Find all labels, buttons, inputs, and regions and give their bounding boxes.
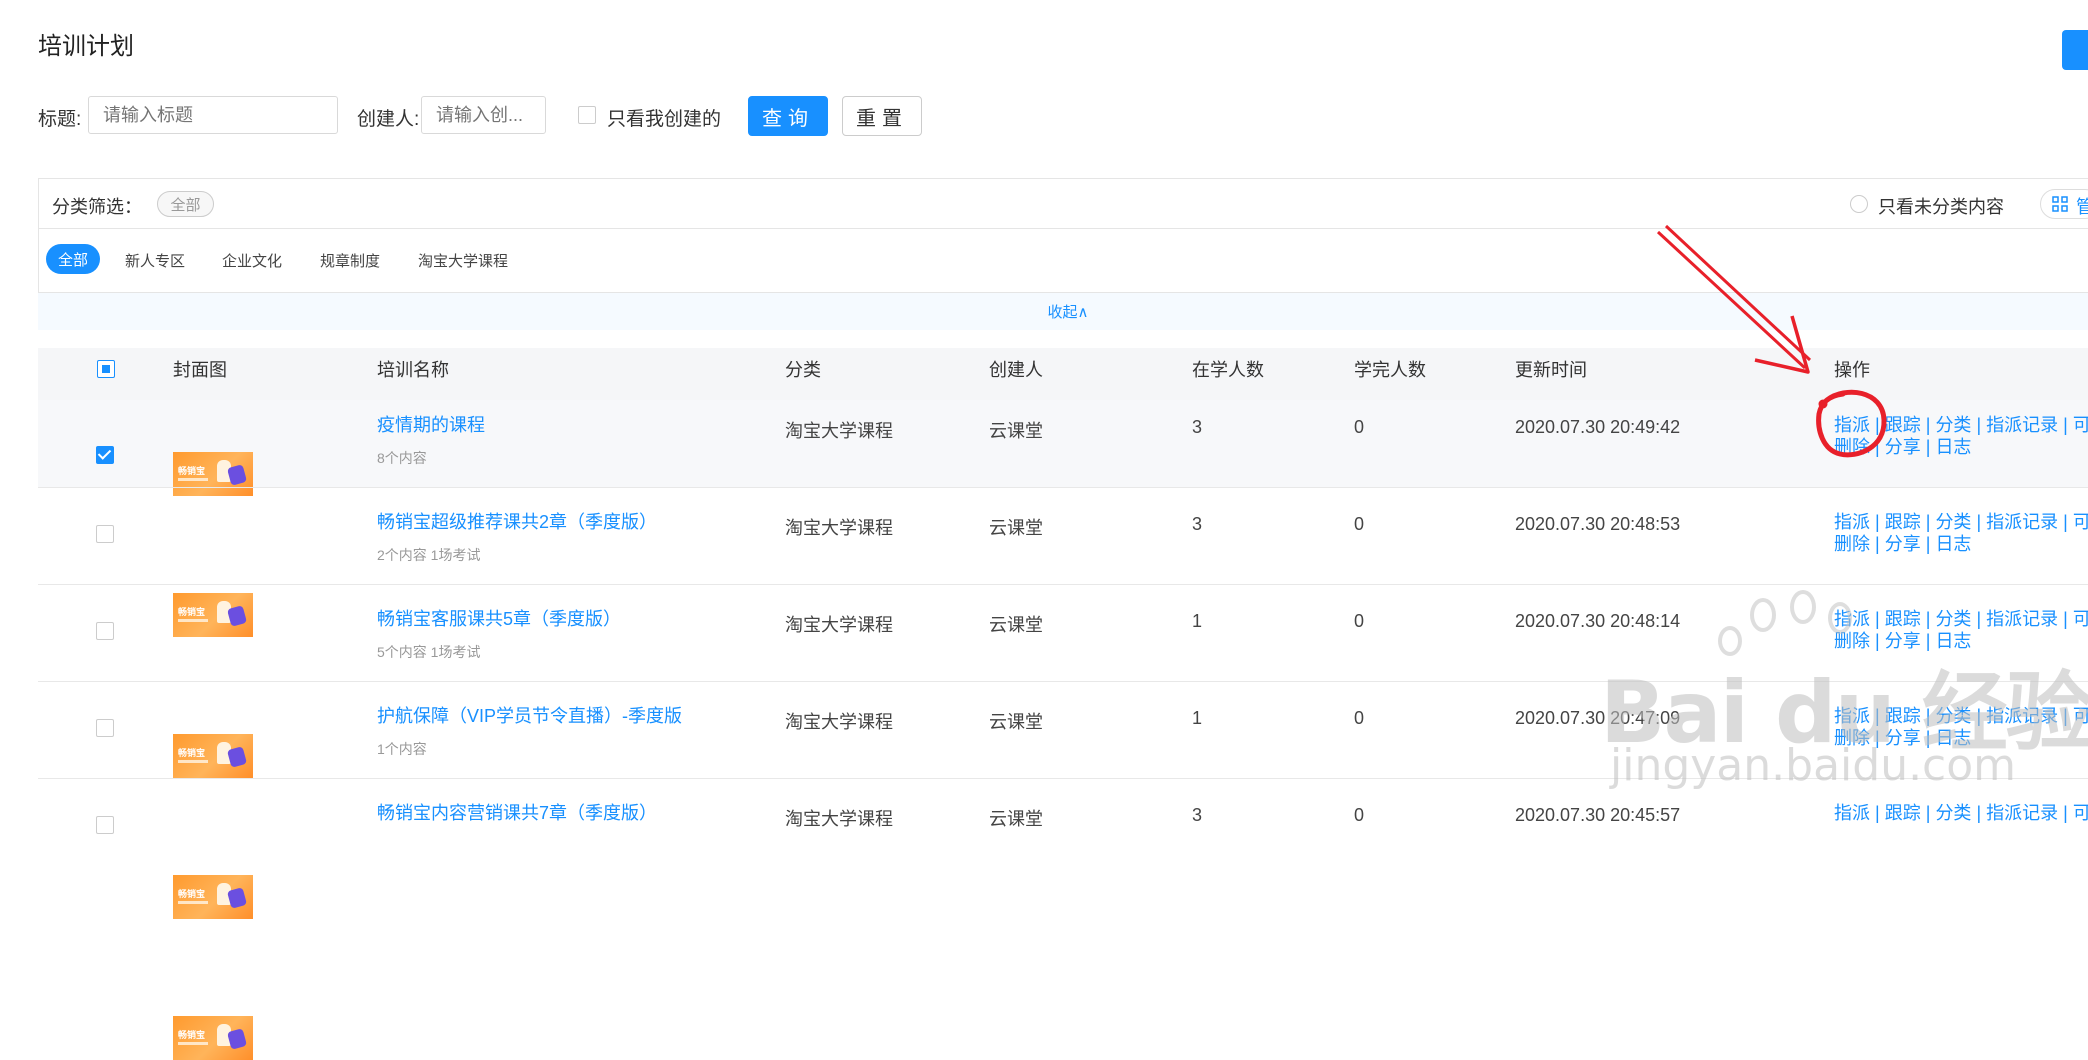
course-cover-image[interactable]: 畅销宝: [173, 593, 253, 637]
finished-count: 0: [1354, 514, 1365, 534]
learning-count: 1: [1192, 708, 1203, 728]
watermark-url: jingyan.baidu.com: [1610, 740, 2017, 791]
course-category: 淘宝大学课程: [785, 712, 893, 732]
course-category: 淘宝大学课程: [785, 615, 893, 635]
course-cover-image[interactable]: 畅销宝: [173, 1016, 253, 1060]
row-checkbox[interactable]: [96, 719, 114, 737]
course-content-count: 8个内容: [377, 450, 427, 466]
reset-button[interactable]: 重置: [842, 96, 922, 136]
page-title: 培训计划: [38, 33, 134, 60]
course-title-link[interactable]: 畅销宝超级推荐课共2章（季度版）: [377, 508, 657, 534]
cover-text: 畅销宝: [178, 889, 206, 899]
learning-count: 3: [1192, 514, 1203, 534]
only-uncategorized-label[interactable]: 只看未分类内容: [1878, 193, 2004, 219]
table-row: 畅销宝 疫情期的课程 8个内容 淘宝大学课程 云课堂 3 0 2020.07.3…: [0, 18, 2088, 496]
finished-count: 0: [1354, 611, 1365, 631]
annotation-circle-icon: [1816, 389, 1887, 458]
header-name: 培训名称: [377, 360, 449, 380]
manage-category-label[interactable]: 管: [2076, 193, 2088, 219]
more-link[interactable]: 可: [2073, 415, 2088, 435]
cover-text: 畅销宝: [178, 607, 206, 617]
course-cover-image[interactable]: 畅销宝: [173, 734, 253, 778]
learning-count: 3: [1192, 417, 1203, 437]
course-content-count: 1个内容: [377, 741, 427, 757]
header-cover: 封面图: [173, 360, 227, 380]
course-category: 淘宝大学课程: [785, 421, 893, 441]
course-category: 淘宝大学课程: [785, 809, 893, 829]
title-label: 标题:: [38, 109, 82, 130]
row-checkbox[interactable]: [96, 816, 114, 834]
course-content-count: 5个内容 1场考试: [377, 644, 481, 660]
header-category: 分类: [785, 360, 821, 380]
classify-link[interactable]: 分类: [1935, 512, 1971, 532]
only-mine-label[interactable]: 只看我创建的: [607, 104, 721, 131]
baidu-watermark: Bai du 经验 jingyan.baidu.com: [1600, 590, 2088, 820]
course-title-link[interactable]: 护航保障（VIP学员节令直播）-季度版: [377, 702, 682, 728]
update-time: 2020.07.30 20:48:53: [1515, 514, 1681, 534]
course-cover-image[interactable]: 畅销宝: [173, 875, 253, 919]
finished-count: 0: [1354, 417, 1365, 437]
classify-link[interactable]: 分类: [1935, 415, 1971, 435]
track-link[interactable]: 跟踪: [1885, 512, 1921, 532]
row-divider: [38, 487, 2088, 488]
course-content-count: 2个内容 1场考试: [377, 547, 481, 563]
course-creator: 云课堂: [989, 518, 1043, 538]
share-link[interactable]: 分享: [1885, 534, 1921, 554]
course-title-link[interactable]: 畅销宝内容营销课共7章（季度版）: [377, 799, 657, 825]
select-all-checkbox[interactable]: [97, 360, 115, 378]
title-search-input[interactable]: [88, 96, 338, 134]
category-item-culture[interactable]: 企业文化: [222, 250, 282, 271]
course-title-link[interactable]: 疫情期的课程: [377, 411, 485, 437]
log-link[interactable]: 日志: [1935, 534, 1971, 554]
more-link[interactable]: 可: [2073, 512, 2088, 532]
cover-text: 畅销宝: [178, 466, 206, 476]
category-filter-label: 分类筛选：: [52, 197, 142, 217]
course-category: 淘宝大学课程: [785, 518, 893, 538]
only-uncategorized-radio[interactable]: [1850, 195, 1868, 213]
row-divider: [38, 584, 2088, 585]
creator-label: 创建人:: [357, 109, 420, 130]
course-creator: 云课堂: [989, 421, 1043, 441]
query-button[interactable]: 查询: [748, 96, 828, 136]
current-category-tag[interactable]: 全部: [157, 191, 214, 217]
category-item-all[interactable]: 全部: [46, 244, 100, 274]
header-finished: 学完人数: [1354, 360, 1426, 380]
category-item-taobao-course[interactable]: 淘宝大学课程: [418, 250, 508, 271]
learning-count: 1: [1192, 611, 1203, 631]
assign-record-link[interactable]: 指派记录: [1986, 415, 2058, 435]
cover-text: 畅销宝: [178, 1030, 206, 1040]
header-updated: 更新时间: [1515, 360, 1587, 380]
log-link[interactable]: 日志: [1935, 437, 1971, 457]
course-creator: 云课堂: [989, 809, 1043, 829]
category-item-newcomer[interactable]: 新人专区: [125, 250, 185, 271]
cover-text: 畅销宝: [178, 748, 206, 758]
course-creator: 云课堂: [989, 615, 1043, 635]
finished-count: 0: [1354, 708, 1365, 728]
creator-search-input[interactable]: [421, 96, 546, 134]
course-creator: 云课堂: [989, 712, 1043, 732]
delete-link[interactable]: 删除: [1834, 534, 1870, 554]
only-mine-checkbox[interactable]: [578, 106, 596, 124]
assign-link[interactable]: 指派: [1834, 512, 1870, 532]
create-button[interactable]: [2062, 30, 2088, 70]
row-checkbox[interactable]: [96, 525, 114, 543]
category-item-rules[interactable]: 规章制度: [320, 250, 380, 271]
assign-record-link[interactable]: 指派记录: [1986, 512, 2058, 532]
course-cover-image[interactable]: 畅销宝: [173, 452, 253, 496]
row-checkbox[interactable]: [96, 446, 114, 464]
grid-icon: [2052, 196, 2068, 212]
header-creator: 创建人: [989, 360, 1043, 380]
row-actions: 指派 | 跟踪 | 分类 | 指派记录 | 可 删除 | 分享 | 日志: [1834, 511, 2088, 555]
header-learning: 在学人数: [1192, 360, 1264, 380]
course-title-link[interactable]: 畅销宝客服课共5章（季度版）: [377, 605, 621, 631]
row-checkbox[interactable]: [96, 622, 114, 640]
